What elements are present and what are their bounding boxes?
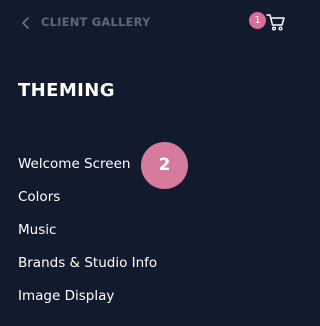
shopping-cart-icon[interactable] xyxy=(266,12,286,32)
step-number-badge: 2 xyxy=(141,142,188,189)
menu-item-colors[interactable]: Colors xyxy=(18,183,278,216)
top-bar: CLIENT GALLERY 1 xyxy=(0,0,294,46)
menu-item-image-display[interactable]: Image Display xyxy=(18,282,278,315)
menu-item-brands-studio-info[interactable]: Brands & Studio Info xyxy=(18,249,278,282)
chevron-left-icon[interactable] xyxy=(18,14,34,32)
section-title: THEMING xyxy=(18,80,115,101)
top-bar-title[interactable]: CLIENT GALLERY xyxy=(41,15,151,29)
menu-item-music[interactable]: Music xyxy=(18,216,278,249)
cart-count-badge: 1 xyxy=(249,12,266,29)
cart-button[interactable]: 1 xyxy=(249,10,287,34)
